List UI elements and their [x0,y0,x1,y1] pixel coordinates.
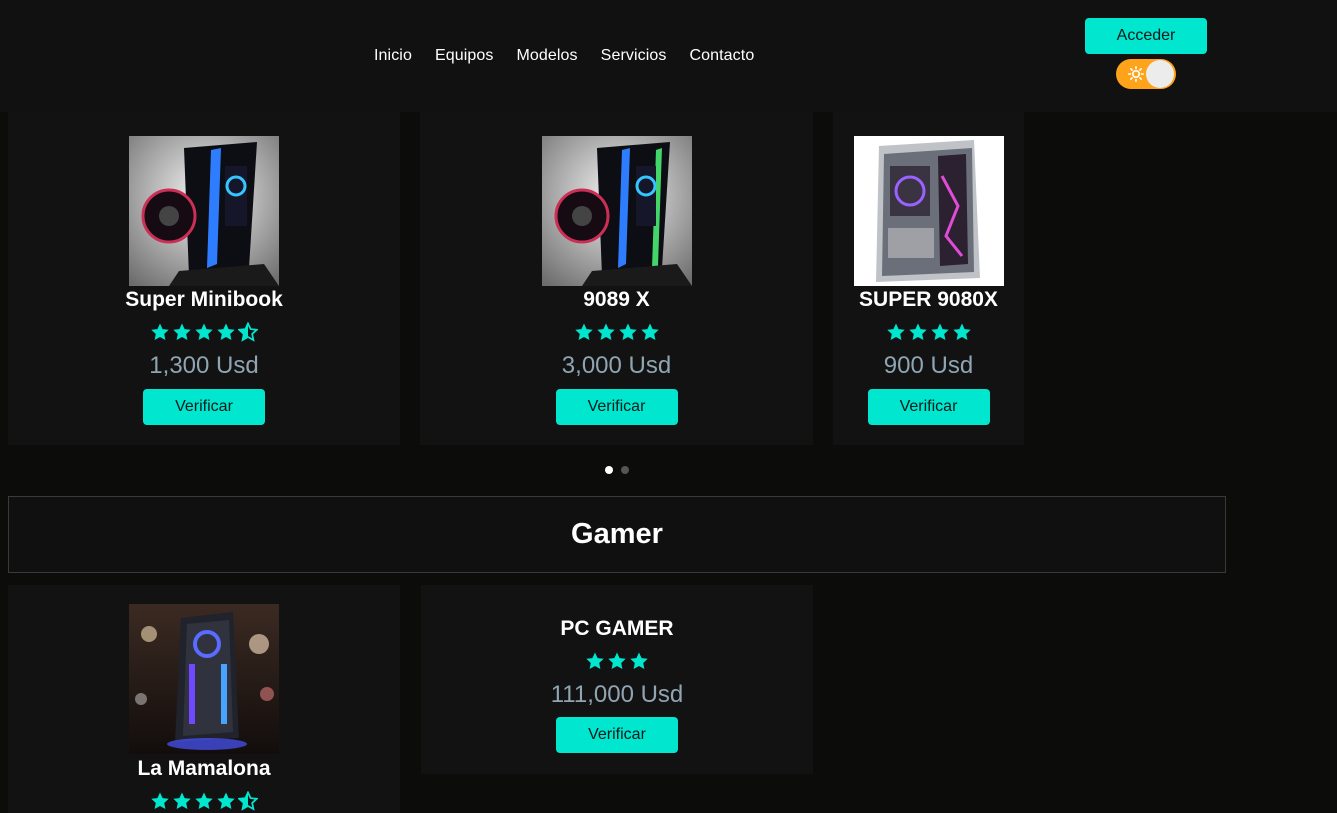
product-price: 111,000 Usd [550,681,684,708]
star-icon [195,323,213,340]
sun-icon [1128,66,1144,82]
nav-inicio[interactable]: Inicio [374,46,412,66]
verify-button[interactable]: Verificar [556,717,678,753]
rating-stars [421,651,813,671]
nav-modelos[interactable]: Modelos [516,46,577,66]
star-icon [574,323,593,340]
product-card: SUPER 9080X 900 Usd Verificar [833,112,1024,445]
star-icon [886,323,905,340]
header: Inicio Equipos Modelos Servicios Contact… [0,0,1337,112]
theme-toggle[interactable] [1116,59,1176,89]
product-image [541,136,692,286]
product-name: Super Minibook [125,288,283,311]
section-title: Gamer [571,518,663,550]
product-card: 9089 X 3,000 Usd Verificar [420,112,813,445]
star-icon [618,323,637,340]
section-header: Gamer [8,496,1226,573]
product-card: La Mamalona [8,585,400,813]
product-price: 3,000 Usd [561,352,672,379]
nav-contacto[interactable]: Contacto [689,46,754,66]
star-icon [217,792,235,809]
verify-button[interactable]: Verificar [555,389,678,425]
carousel-dot[interactable] [605,466,613,474]
star-half-icon [238,791,258,811]
carousel-dots [605,466,629,474]
verify-button[interactable]: Verificar [143,389,265,425]
rating-stars [420,322,813,342]
star-icon [173,792,191,809]
main-nav: Inicio Equipos Modelos Servicios Contact… [374,46,754,66]
login-button[interactable]: Acceder [1085,18,1207,54]
toggle-knob [1146,60,1174,88]
star-icon [630,652,648,669]
star-icon [608,652,626,669]
rating-stars [833,322,1024,342]
product-card: Super Minibook 1,300 Usd Verificar [8,112,400,445]
nav-equipos[interactable]: Equipos [435,46,494,66]
star-half-icon [238,322,258,342]
star-icon [596,323,615,340]
rating-stars [8,322,400,342]
rating-stars [8,791,400,811]
product-name: 9089 X [583,288,650,311]
star-icon [640,323,659,340]
product-name: SUPER 9080X [859,288,998,311]
product-price: 900 Usd [883,352,974,379]
product-image [129,604,279,754]
star-icon [586,652,604,669]
product-image [129,136,279,286]
star-icon [151,792,169,809]
star-icon [908,323,927,340]
star-icon [217,323,235,340]
star-icon [173,323,191,340]
star-icon [930,323,949,340]
product-name: La Mamalona [137,757,271,780]
star-icon [151,323,169,340]
star-icon [195,792,213,809]
product-name: PC GAMER [560,617,674,640]
product-price: 1,300 Usd [149,352,259,379]
product-image [853,136,1004,286]
carousel-dot[interactable] [621,466,629,474]
nav-servicios[interactable]: Servicios [601,46,667,66]
verify-button[interactable]: Verificar [867,389,990,425]
product-card: PC GAMER 111,000 Usd Verificar [421,585,813,774]
star-icon [952,323,971,340]
